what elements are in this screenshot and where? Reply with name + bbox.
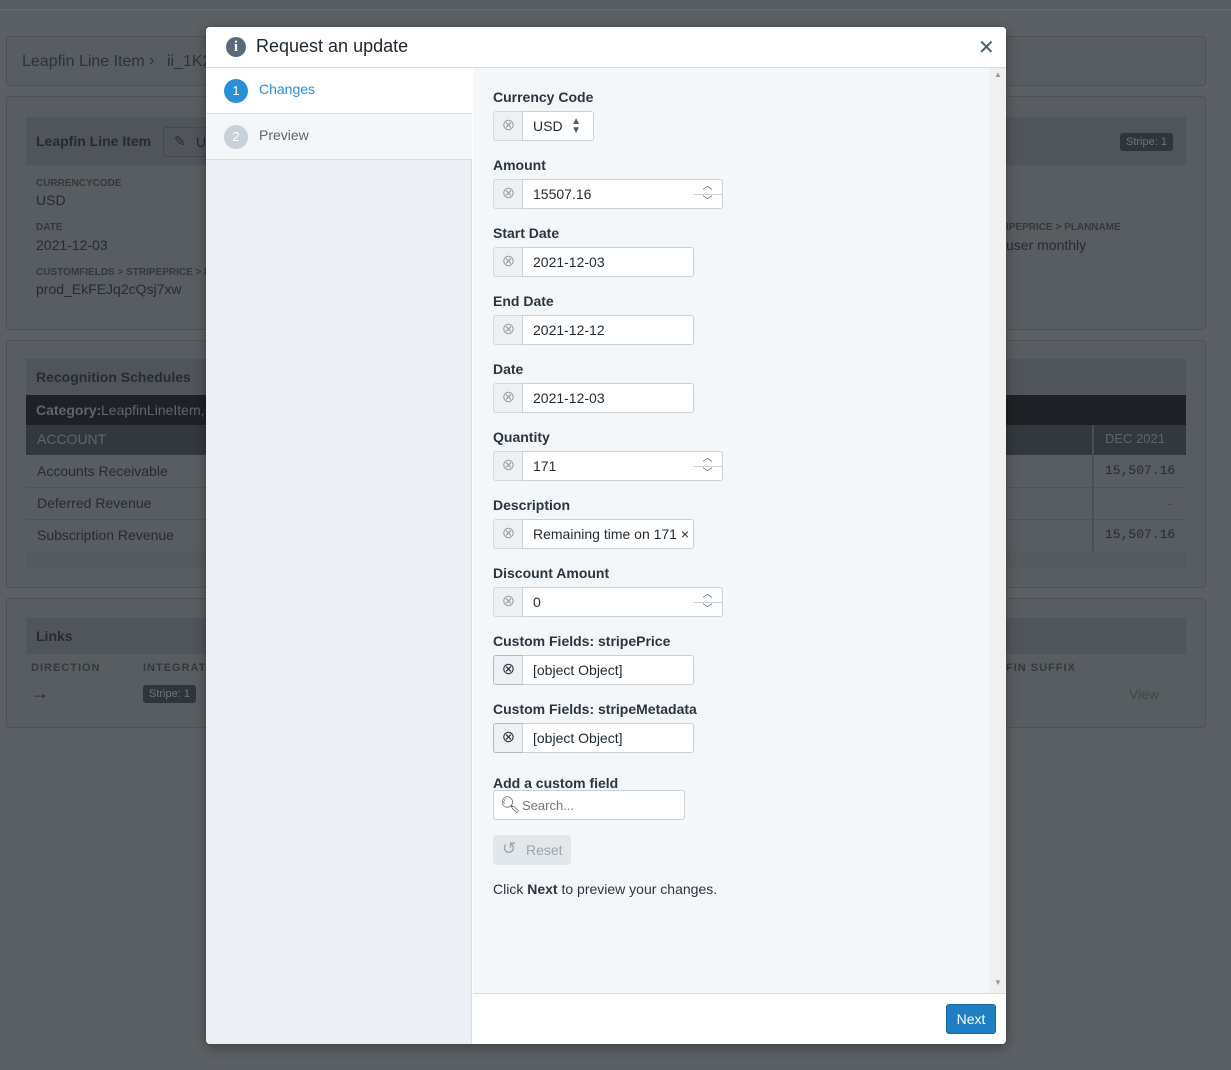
modal-header: i Request an update ✕ xyxy=(206,27,1006,68)
add-custom-field-label: Add a custom field xyxy=(493,775,619,791)
date-input[interactable]: 2021-12-03 xyxy=(522,383,694,413)
table-cell: Subscription Revenue xyxy=(37,527,174,543)
column-header: INTEGRATI xyxy=(143,662,211,674)
close-icon[interactable]: ✕ xyxy=(978,35,995,60)
step-changes[interactable]: 1 Changes xyxy=(206,68,472,114)
info-icon: i xyxy=(226,37,246,57)
field-label: Amount xyxy=(493,157,546,173)
breadcrumb-item[interactable]: Leapfin Line Item xyxy=(22,53,145,71)
search-input[interactable] xyxy=(522,795,672,815)
detail-title: Leapfin Line Item xyxy=(36,133,152,149)
column-divider xyxy=(1092,425,1094,551)
category-label: Category: xyxy=(36,402,102,418)
chevron-up-icon[interactable]: ︿ xyxy=(693,180,722,194)
search-icon: 🔍︎ xyxy=(500,797,521,814)
table-cell: - xyxy=(1168,495,1173,511)
chevron-down-icon[interactable]: ﹀ xyxy=(693,194,722,208)
field-label: Discount Amount xyxy=(493,565,610,581)
changes-form: Add a custom field 🔍︎ ↺ Reset Click Next… xyxy=(473,68,990,993)
clear-icon[interactable]: ⊗ xyxy=(493,723,523,753)
field-label: Date xyxy=(493,361,524,377)
breadcrumb-current: ii_1K2 xyxy=(167,53,212,70)
request-update-modal: i Request an update ✕ 1 Changes 2 Previe… xyxy=(206,27,1006,1044)
chevron-up-icon[interactable]: ︿ xyxy=(693,588,722,602)
currency-code-input[interactable]: USD ▲ ▼ xyxy=(522,111,594,141)
clear-icon[interactable]: ⊗ xyxy=(493,383,523,413)
field-label: Quantity xyxy=(493,429,550,445)
step-label: Changes xyxy=(259,81,316,97)
chevron-right-icon: › xyxy=(149,52,155,69)
step-number: 1 xyxy=(224,79,248,103)
field-label: CUSTOMFIELDS > STRIPEPRICE > PR xyxy=(36,267,219,278)
undo-icon: ↺ xyxy=(502,839,517,858)
top-bar xyxy=(0,0,1231,10)
clear-icon[interactable]: ⊗ xyxy=(493,451,523,481)
field-label: CURRENCYCODE xyxy=(36,178,122,189)
discount-amount-input[interactable]: 0 xyxy=(522,587,694,617)
view-link[interactable]: View xyxy=(1129,686,1159,702)
pencil-icon: ✎ xyxy=(174,133,186,149)
hint-text: Click Next to preview your changes. xyxy=(493,881,718,897)
column-header: DEC 2021 xyxy=(1105,431,1165,446)
field-label: End Date xyxy=(493,293,554,309)
step-preview[interactable]: 2 Preview xyxy=(206,114,472,160)
select-arrows-icon: ▲ ▼ xyxy=(571,116,581,136)
chevron-down-icon[interactable]: ﹀ xyxy=(693,466,722,480)
amount-input[interactable]: 15507.16 xyxy=(522,179,694,209)
field-label: Custom Fields: stripePrice xyxy=(493,633,671,649)
step-label: Preview xyxy=(259,127,309,143)
field-value: 2021-12-03 xyxy=(36,237,108,253)
field-label: Currency Code xyxy=(493,89,594,105)
clear-icon[interactable]: ⊗ xyxy=(493,247,523,277)
table-cell: Deferred Revenue xyxy=(37,495,152,511)
modal-title: Request an update xyxy=(256,36,409,56)
integration-badge: Stripe: 1 xyxy=(143,685,196,703)
chevron-up-icon[interactable]: ︿ xyxy=(693,452,722,466)
scroll-up-icon[interactable]: ▲ xyxy=(994,70,1002,79)
clear-icon[interactable]: ⊗ xyxy=(493,111,523,141)
clear-icon[interactable]: ⊗ xyxy=(493,315,523,345)
custom-fields-stripeprice-input[interactable]: [object Object] xyxy=(522,655,694,685)
field-label: Custom Fields: stripeMetadata xyxy=(493,701,697,717)
number-stepper[interactable]: ︿ ﹀ xyxy=(693,451,723,481)
column-header: FIN SUFFIX xyxy=(1006,662,1076,674)
steps-panel: 1 Changes 2 Preview xyxy=(206,68,472,1044)
number-stepper[interactable]: ︿ ﹀ xyxy=(693,179,723,209)
custom-fields-stripemetadata-input[interactable]: [object Object] xyxy=(522,723,694,753)
clear-icon[interactable]: ⊗ xyxy=(493,179,523,209)
number-stepper[interactable]: ︿ ﹀ xyxy=(693,587,723,617)
scroll-down-icon[interactable]: ▼ xyxy=(994,978,1002,987)
field-label: Start Date xyxy=(493,225,560,241)
start-date-input[interactable]: 2021-12-03 xyxy=(522,247,694,277)
field-label: DATE xyxy=(36,222,63,233)
schedules-title: Recognition Schedules xyxy=(36,369,191,385)
clear-icon[interactable]: ⊗ xyxy=(493,655,523,685)
reset-button[interactable]: ↺ Reset xyxy=(493,835,571,865)
arrow-right-icon: → xyxy=(31,683,49,703)
field-value: user monthly xyxy=(1006,237,1087,253)
description-input[interactable]: Remaining time on 171 × xyxy=(522,519,694,549)
column-header: ACCOUNT xyxy=(37,431,107,447)
end-date-input[interactable]: 2021-12-12 xyxy=(522,315,694,345)
step-number: 2 xyxy=(224,125,248,149)
custom-field-search[interactable]: 🔍︎ xyxy=(493,790,685,820)
clear-icon[interactable]: ⊗ xyxy=(493,519,523,549)
column-header: DIRECTION xyxy=(31,662,101,674)
modal-footer: Next xyxy=(473,993,1006,1044)
vertical-scrollbar[interactable]: ▲ ▼ xyxy=(990,68,1006,993)
table-cell: Accounts Receivable xyxy=(37,463,168,479)
table-cell: 15,507.16 xyxy=(1105,527,1176,542)
category-value: LeapfinLineItem, xyxy=(101,402,205,418)
clear-icon[interactable]: ⊗ xyxy=(493,587,523,617)
quantity-input[interactable]: 171 xyxy=(522,451,694,481)
field-label: Description xyxy=(493,497,571,513)
links-title: Links xyxy=(36,628,73,644)
next-button[interactable]: Next xyxy=(946,1004,996,1034)
table-cell: 15,507.16 xyxy=(1105,463,1176,478)
integration-badge: Stripe: 1 xyxy=(1120,133,1173,151)
field-label: IPEPRICE > PLANNAME xyxy=(1006,222,1121,233)
field-value: USD xyxy=(36,192,66,208)
field-value: prod_EkFEJq2cQsj7xw xyxy=(36,281,182,297)
chevron-down-icon[interactable]: ﹀ xyxy=(693,602,722,616)
